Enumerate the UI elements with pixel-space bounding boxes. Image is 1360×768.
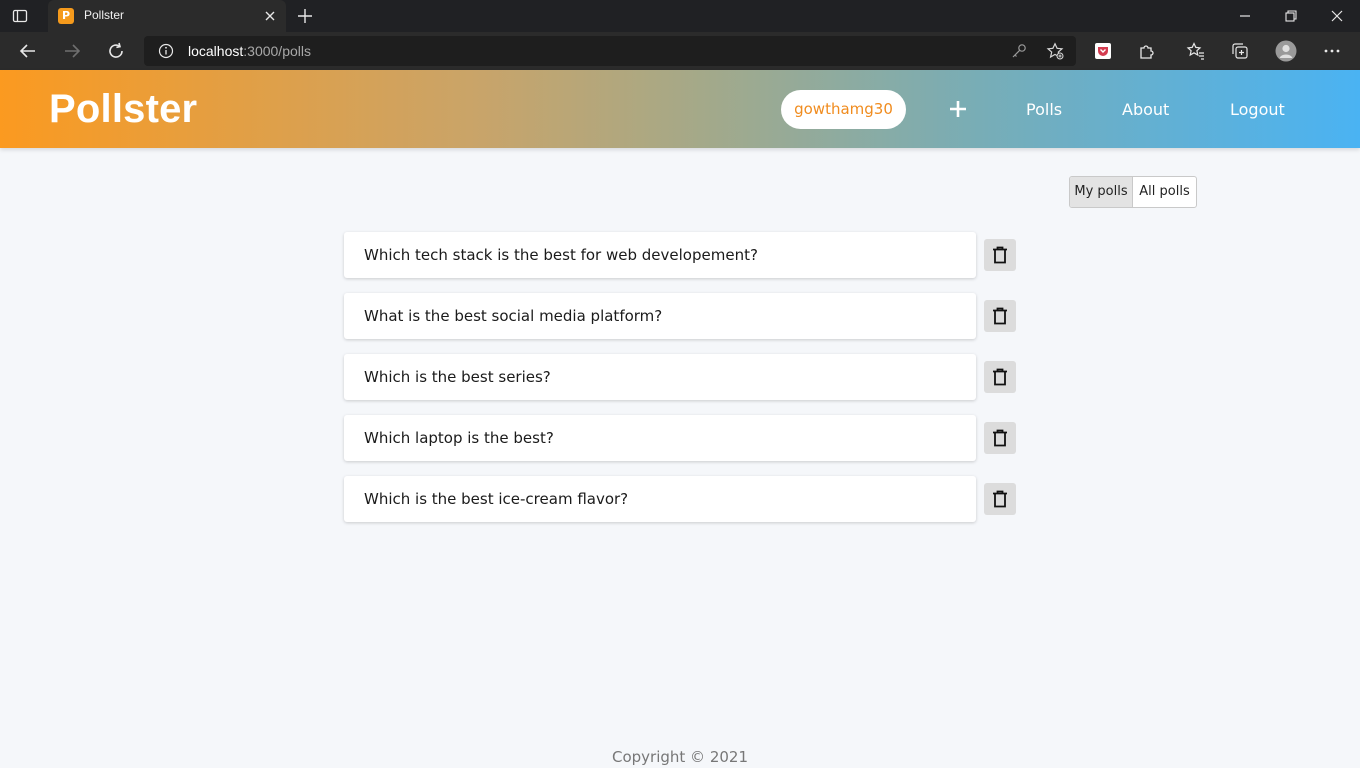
browser-tab-bar: P Pollster (0, 0, 1360, 32)
poll-row: Which tech stack is the best for web dev… (344, 232, 1016, 278)
poll-row: Which laptop is the best? (344, 415, 1016, 461)
site-info-icon[interactable] (158, 43, 174, 59)
nav-about-link[interactable]: About (1122, 100, 1169, 119)
delete-poll-button[interactable] (984, 361, 1016, 393)
close-window-icon[interactable] (1329, 8, 1345, 24)
url-path: :3000/polls (243, 43, 311, 59)
poll-question: What is the best social media platform? (364, 307, 663, 325)
trash-icon (993, 490, 1007, 508)
all-polls-button[interactable]: All polls (1133, 177, 1196, 207)
url-text[interactable]: localhost:3000/polls (188, 43, 311, 59)
forward-icon[interactable] (62, 41, 82, 61)
poll-filter-toggle: My polls All polls (1069, 176, 1197, 208)
delete-poll-button[interactable] (984, 239, 1016, 271)
app-header: Pollster gowthamg30 Polls About Logout (0, 70, 1360, 148)
tab-title: Pollster (84, 8, 125, 22)
extensions-icon[interactable] (1137, 41, 1157, 61)
trash-icon (993, 246, 1007, 264)
poll-card[interactable]: What is the best social media platform? (344, 293, 976, 339)
address-bar[interactable]: localhost:3000/polls (144, 36, 1076, 66)
minimize-window-icon[interactable] (1237, 8, 1253, 24)
nav-polls-link[interactable]: Polls (1026, 100, 1062, 119)
poll-question: Which tech stack is the best for web dev… (364, 246, 758, 264)
username-badge[interactable]: gowthamg30 (781, 90, 906, 129)
add-favorite-icon[interactable] (1046, 42, 1064, 60)
poll-question: Which is the best series? (364, 368, 551, 386)
browser-toolbar: localhost:3000/polls (0, 32, 1360, 70)
trash-icon (993, 307, 1007, 325)
trash-icon (993, 429, 1007, 447)
my-polls-button[interactable]: My polls (1070, 177, 1133, 207)
poll-card[interactable]: Which is the best series? (344, 354, 976, 400)
more-menu-icon[interactable] (1322, 41, 1342, 61)
profile-avatar-icon[interactable] (1275, 40, 1297, 62)
poll-row: What is the best social media platform? (344, 293, 1016, 339)
key-icon[interactable] (1010, 42, 1028, 60)
poll-card[interactable]: Which is the best ice-cream flavor? (344, 476, 976, 522)
poll-question: Which laptop is the best? (364, 429, 554, 447)
url-host: localhost (188, 43, 244, 59)
footer-copyright: Copyright © 2021 (611, 748, 748, 766)
poll-row: Which is the best ice-cream flavor? (344, 476, 1016, 522)
browser-tab[interactable]: P Pollster (48, 0, 286, 32)
poll-question: Which is the best ice-cream flavor? (364, 490, 629, 508)
delete-poll-button[interactable] (984, 422, 1016, 454)
reload-icon[interactable] (106, 41, 126, 61)
favorites-icon[interactable] (1186, 41, 1206, 61)
collections-icon[interactable] (1230, 41, 1250, 61)
new-tab-icon[interactable] (296, 7, 314, 25)
back-icon[interactable] (18, 41, 38, 61)
create-poll-plus-icon[interactable] (947, 98, 969, 120)
close-tab-icon[interactable] (262, 8, 278, 24)
delete-poll-button[interactable] (984, 483, 1016, 515)
pollster-favicon-icon: P (58, 8, 74, 24)
poll-row: Which is the best series? (344, 354, 1016, 400)
pocket-extension-icon[interactable] (1093, 41, 1113, 61)
poll-card[interactable]: Which laptop is the best? (344, 415, 976, 461)
tab-actions-icon[interactable] (12, 8, 28, 24)
restore-window-icon[interactable] (1283, 8, 1299, 24)
brand-logo[interactable]: Pollster (49, 87, 197, 132)
poll-card[interactable]: Which tech stack is the best for web dev… (344, 232, 976, 278)
trash-icon (993, 368, 1007, 386)
nav-logout-link[interactable]: Logout (1230, 100, 1285, 119)
delete-poll-button[interactable] (984, 300, 1016, 332)
